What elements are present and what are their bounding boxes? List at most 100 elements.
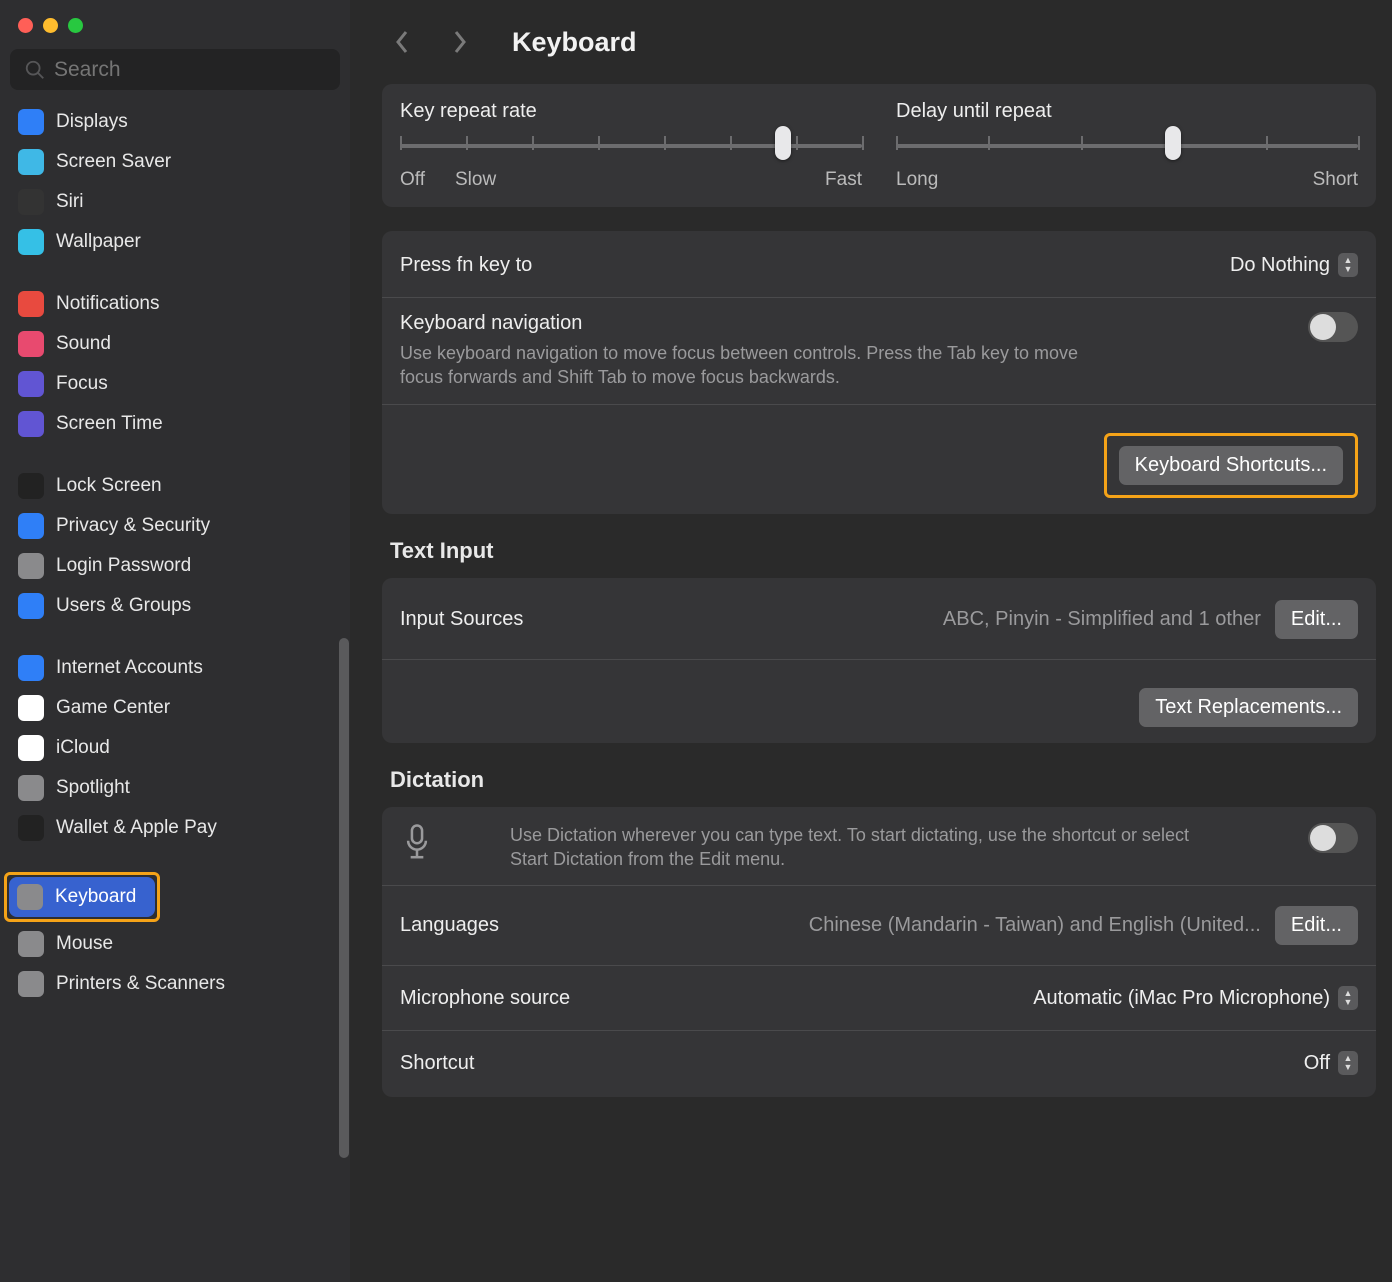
input-sources-edit-button[interactable]: Edit... xyxy=(1275,600,1358,639)
keyboard-shortcuts-button[interactable]: Keyboard Shortcuts... xyxy=(1119,446,1343,485)
sidebar-item-label: Wallpaper xyxy=(56,231,141,253)
key-repeat-card: Key repeat rate Off Slow Fast Delay until… xyxy=(382,84,1376,207)
sidebar-icon xyxy=(18,931,44,957)
window-controls xyxy=(0,12,350,49)
sidebar-item-keyboard[interactable]: Keyboard xyxy=(9,877,155,917)
dictation-languages-label: Languages xyxy=(400,914,499,937)
sidebar-icon xyxy=(18,775,44,801)
mic-source-value[interactable]: Automatic (iMac Pro Microphone) ▲▼ xyxy=(1033,986,1358,1010)
text-replacements-button[interactable]: Text Replacements... xyxy=(1139,688,1358,727)
sidebar-item-label: iCloud xyxy=(56,737,110,759)
sidebar-icon xyxy=(18,513,44,539)
sidebar-item-users-groups[interactable]: Users & Groups xyxy=(10,586,340,626)
press-fn-row[interactable]: Press fn key to Do Nothing ▲▼ xyxy=(400,247,1358,283)
sidebar-item-spotlight[interactable]: Spotlight xyxy=(10,768,340,808)
sidebar-icon xyxy=(18,411,44,437)
header: Keyboard xyxy=(382,0,1376,74)
sidebar-icon xyxy=(18,149,44,175)
key-repeat-slow-label: Slow xyxy=(455,169,496,191)
zoom-window-button[interactable] xyxy=(68,18,83,33)
dictation-heading: Dictation xyxy=(390,767,1376,793)
sidebar-item-label: Internet Accounts xyxy=(56,657,203,679)
key-repeat-label: Key repeat rate xyxy=(400,100,862,123)
sidebar-item-lock-screen[interactable]: Lock Screen xyxy=(10,466,340,506)
mic-source-row[interactable]: Microphone source Automatic (iMac Pro Mi… xyxy=(400,980,1358,1016)
delay-slider[interactable] xyxy=(896,141,1358,151)
sidebar-item-label: Mouse xyxy=(56,933,113,955)
sidebar-item-screen-saver[interactable]: Screen Saver xyxy=(10,142,340,182)
sidebar-item-internet-accounts[interactable]: Internet Accounts xyxy=(10,648,340,688)
delay-short-label: Short xyxy=(1313,169,1358,191)
sidebar-item-notifications[interactable]: Notifications xyxy=(10,284,340,324)
sidebar-icon xyxy=(18,109,44,135)
sidebar-item-mouse[interactable]: Mouse xyxy=(10,924,340,964)
sidebar-item-sound[interactable]: Sound xyxy=(10,324,340,364)
sidebar-item-focus[interactable]: Focus xyxy=(10,364,340,404)
sidebar-icon xyxy=(18,971,44,997)
delay-label: Delay until repeat xyxy=(896,100,1358,123)
keyboard-nav-desc: Use keyboard navigation to move focus be… xyxy=(400,341,1120,390)
sidebar-icon xyxy=(18,291,44,317)
search-input[interactable] xyxy=(10,49,340,90)
sidebar-icon xyxy=(18,815,44,841)
sidebar-item-displays[interactable]: Displays xyxy=(10,102,340,142)
press-fn-label: Press fn key to xyxy=(400,254,532,277)
input-sources-label: Input Sources xyxy=(400,608,523,631)
updown-icon: ▲▼ xyxy=(1338,986,1358,1010)
sidebar-item-wallpaper[interactable]: Wallpaper xyxy=(10,222,340,262)
key-repeat-slider[interactable] xyxy=(400,141,862,151)
sidebar-item-label: Keyboard xyxy=(55,886,136,908)
dictation-shortcut-value[interactable]: Off ▲▼ xyxy=(1304,1051,1358,1075)
sidebar-item-game-center[interactable]: Game Center xyxy=(10,688,340,728)
press-fn-value[interactable]: Do Nothing ▲▼ xyxy=(1230,253,1358,277)
sidebar-item-printers-scanners[interactable]: Printers & Scanners xyxy=(10,964,340,1004)
key-repeat-block: Key repeat rate Off Slow Fast xyxy=(400,100,862,191)
sidebar-icon xyxy=(17,884,43,910)
dictation-languages-edit-button[interactable]: Edit... xyxy=(1275,906,1358,945)
keyboard-nav-toggle[interactable] xyxy=(1308,312,1358,342)
minimize-window-button[interactable] xyxy=(43,18,58,33)
sidebar-item-label: Siri xyxy=(56,191,83,213)
sidebar-icon xyxy=(18,735,44,761)
dictation-toggle[interactable] xyxy=(1308,823,1358,853)
keyboard-options-card: Press fn key to Do Nothing ▲▼ Keyboard n… xyxy=(382,231,1376,514)
key-repeat-fast-label: Fast xyxy=(825,169,862,191)
sidebar-item-screen-time[interactable]: Screen Time xyxy=(10,404,340,444)
sidebar-item-label: Lock Screen xyxy=(56,475,162,497)
sidebar-item-siri[interactable]: Siri xyxy=(10,182,340,222)
sidebar-item-wallet-apple-pay[interactable]: Wallet & Apple Pay xyxy=(10,808,340,848)
sidebar-item-label: Privacy & Security xyxy=(56,515,210,537)
sidebar-item-label: Game Center xyxy=(56,697,170,719)
search-container xyxy=(0,49,350,102)
sidebar-item-privacy-security[interactable]: Privacy & Security xyxy=(10,506,340,546)
keyboard-highlight: Keyboard xyxy=(4,872,160,922)
main-content: Keyboard Key repeat rate Off Slow Fast De… xyxy=(350,0,1392,1282)
sidebar-icon xyxy=(18,331,44,357)
sidebar-item-icloud[interactable]: iCloud xyxy=(10,728,340,768)
sidebar-item-login-password[interactable]: Login Password xyxy=(10,546,340,586)
forward-button[interactable] xyxy=(440,22,480,62)
slider-knob[interactable] xyxy=(775,126,791,160)
sidebar-item-label: Sound xyxy=(56,333,111,355)
key-repeat-off-label: Off xyxy=(400,169,425,191)
sidebar-icon xyxy=(18,189,44,215)
sidebar-item-label: Wallet & Apple Pay xyxy=(56,817,217,839)
back-button[interactable] xyxy=(382,22,422,62)
sidebar-icon xyxy=(18,695,44,721)
slider-knob[interactable] xyxy=(1165,126,1181,160)
dictation-desc: Use Dictation wherever you can type text… xyxy=(510,823,1230,872)
sidebar-item-label: Screen Time xyxy=(56,413,163,435)
sidebar-icon xyxy=(18,655,44,681)
delay-block: Delay until repeat Long Short xyxy=(896,100,1358,191)
content-scroll[interactable]: Key repeat rate Off Slow Fast Delay until… xyxy=(382,74,1376,1282)
dictation-shortcut-row[interactable]: Shortcut Off ▲▼ xyxy=(400,1045,1358,1081)
sidebar-icon xyxy=(18,593,44,619)
sidebar-item-label: Notifications xyxy=(56,293,160,315)
sidebar-item-label: Focus xyxy=(56,373,108,395)
sidebar-item-label: Displays xyxy=(56,111,128,133)
sidebar-list[interactable]: Displays Screen Saver Siri Wallpaper Notific… xyxy=(0,102,350,1282)
sidebar-item-label: Spotlight xyxy=(56,777,130,799)
scrollbar-thumb[interactable] xyxy=(339,638,349,1158)
updown-icon: ▲▼ xyxy=(1338,1051,1358,1075)
close-window-button[interactable] xyxy=(18,18,33,33)
